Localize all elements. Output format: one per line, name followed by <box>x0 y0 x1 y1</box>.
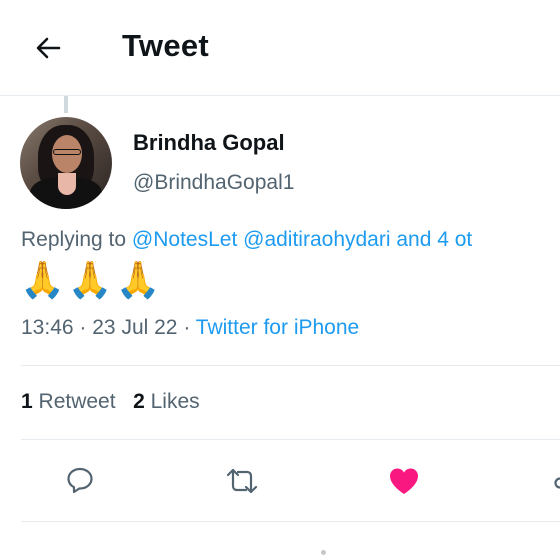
retweets-stat[interactable]: 1 Retweet <box>21 390 116 413</box>
tweet-meta: 13:46 · 23 Jul 22 · Twitter for iPhone <box>21 316 359 340</box>
meta-separator: · <box>183 316 191 339</box>
arrow-left-icon <box>36 37 61 59</box>
tweet-stats: 1 Retweet 2 Likes <box>21 390 200 414</box>
likes-stat[interactable]: 2 Likes <box>133 390 200 413</box>
author-display-name[interactable]: Brindha Gopal <box>133 130 285 156</box>
folded-hands-emoji: 🙏 <box>115 259 161 300</box>
tweet-time[interactable]: 13:46 <box>21 316 74 339</box>
page-title: Tweet <box>122 28 210 63</box>
retweet-button[interactable] <box>222 461 262 501</box>
replying-prefix: Replying to <box>21 228 132 251</box>
tweet-text: 🙏 🙏 🙏 <box>20 258 163 302</box>
mention-link-notesnet[interactable]: @NotesLet <box>132 228 237 251</box>
folded-hands-emoji: 🙏 <box>67 259 113 300</box>
replying-to-line: Replying to @NotesLet @aditiraohydari an… <box>21 228 472 252</box>
scroll-indicator <box>321 550 326 555</box>
tweet-date[interactable]: 23 Jul 22 <box>92 316 177 339</box>
thread-connector-line <box>64 96 68 113</box>
like-button[interactable] <box>384 461 424 501</box>
meta-separator: · <box>79 316 87 339</box>
author-handle[interactable]: @BrindhaGopal1 <box>133 171 294 195</box>
share-button[interactable] <box>545 462 560 502</box>
reply-icon <box>67 467 93 494</box>
divider <box>21 439 560 440</box>
header-divider <box>0 95 560 96</box>
heart-icon <box>390 468 418 494</box>
retweets-label: Retweet <box>38 390 116 413</box>
retweets-count: 1 <box>21 390 33 413</box>
divider <box>21 521 560 522</box>
mention-link-aditiraohydari[interactable]: @aditiraohydari <box>243 228 390 251</box>
reply-button[interactable] <box>60 460 100 500</box>
top-app-bar: Tweet <box>0 0 560 95</box>
folded-hands-emoji: 🙏 <box>20 259 65 300</box>
divider <box>21 365 560 366</box>
back-button[interactable] <box>30 30 66 66</box>
share-icon <box>554 477 560 489</box>
retweet-icon <box>226 468 258 494</box>
more-mentions-link[interactable]: and 4 ot <box>391 228 472 251</box>
likes-count: 2 <box>133 390 145 413</box>
avatar[interactable] <box>20 117 112 209</box>
tweet-source-link[interactable]: Twitter for iPhone <box>196 316 359 339</box>
likes-label: Likes <box>150 390 200 413</box>
